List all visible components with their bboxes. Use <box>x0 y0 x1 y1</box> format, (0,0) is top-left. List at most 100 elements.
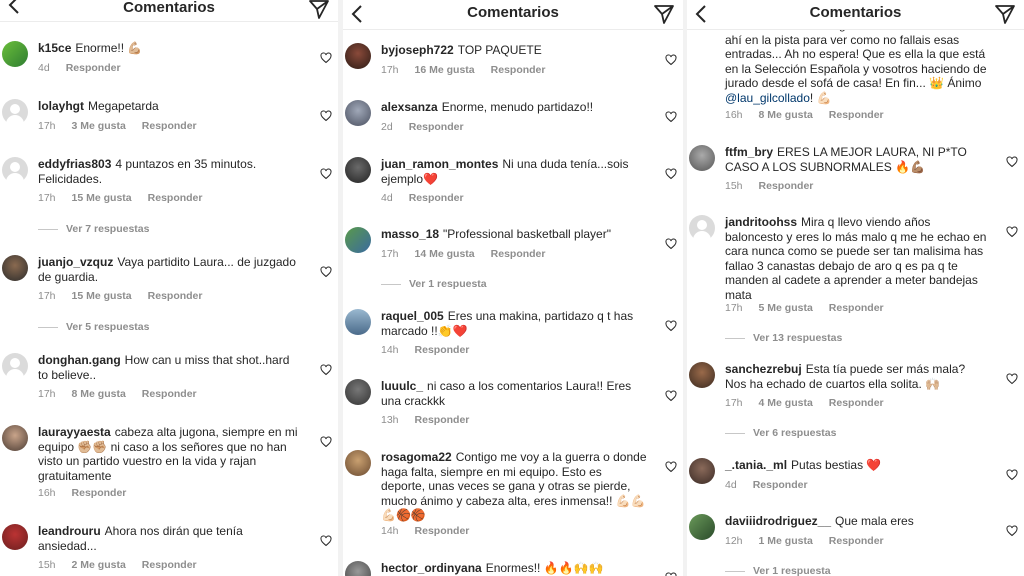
avatar[interactable] <box>2 99 28 125</box>
avatar[interactable] <box>345 43 371 69</box>
view-replies-button[interactable]: Ver 13 respuestas <box>725 332 842 344</box>
heart-outline-icon[interactable] <box>1006 525 1018 537</box>
heart-outline-icon[interactable] <box>665 572 677 576</box>
reply-button[interactable]: Responder <box>142 388 197 400</box>
username[interactable]: daviiidrodriguez__ <box>725 514 831 528</box>
avatar[interactable] <box>2 41 28 67</box>
username[interactable]: leandrouru <box>38 524 101 538</box>
avatar[interactable] <box>345 100 371 126</box>
reply-button[interactable]: Responder <box>829 302 884 314</box>
heart-outline-icon[interactable] <box>665 111 677 123</box>
username[interactable]: rosagoma22 <box>381 450 452 464</box>
reply-button[interactable]: Responder <box>409 121 464 133</box>
reply-button[interactable]: Responder <box>491 64 546 76</box>
avatar[interactable] <box>689 514 715 540</box>
avatar[interactable] <box>345 227 371 253</box>
heart-outline-icon[interactable] <box>320 110 332 122</box>
username[interactable]: sanchezrebuj <box>725 362 802 376</box>
mention-link[interactable]: @lau_gilcollado <box>725 91 810 105</box>
heart-outline-icon[interactable] <box>665 320 677 332</box>
username[interactable]: luuulc_ <box>381 379 423 393</box>
avatar[interactable] <box>2 255 28 281</box>
username[interactable]: alexsanza <box>381 100 438 114</box>
username[interactable]: masso_18 <box>381 227 439 241</box>
reply-button[interactable]: Responder <box>415 344 470 356</box>
view-replies-button[interactable]: Ver 1 respuesta <box>725 565 831 576</box>
username[interactable]: laurayyaesta <box>38 425 111 439</box>
heart-outline-icon[interactable] <box>1006 469 1018 481</box>
heart-outline-icon[interactable] <box>320 168 332 180</box>
avatar[interactable] <box>2 425 28 451</box>
heart-outline-icon[interactable] <box>320 535 332 547</box>
username[interactable]: jandritoohss <box>725 215 797 229</box>
likes-count[interactable]: 1 Me gusta <box>759 535 813 547</box>
likes-count[interactable]: 5 Me gusta <box>759 302 813 314</box>
heart-outline-icon[interactable] <box>1006 373 1018 385</box>
reply-button[interactable]: Responder <box>142 120 197 132</box>
view-replies-button[interactable]: Ver 1 respuesta <box>381 278 487 290</box>
likes-count[interactable]: 8 Me gusta <box>72 388 126 400</box>
heart-outline-icon[interactable] <box>665 461 677 473</box>
avatar[interactable] <box>689 145 715 171</box>
avatar[interactable] <box>345 561 371 576</box>
avatar[interactable] <box>345 309 371 335</box>
heart-outline-icon[interactable] <box>320 364 332 376</box>
reply-button[interactable]: Responder <box>829 397 884 409</box>
view-replies-button[interactable]: Ver 6 respuestas <box>725 427 836 439</box>
likes-count[interactable]: 4 Me gusta <box>759 397 813 409</box>
reply-button[interactable]: Responder <box>829 109 884 121</box>
avatar[interactable] <box>345 157 371 183</box>
reply-button[interactable]: Responder <box>66 62 121 74</box>
avatar[interactable] <box>345 450 371 476</box>
view-replies-button[interactable]: Ver 5 respuestas <box>38 321 149 333</box>
heart-outline-icon[interactable] <box>665 390 677 402</box>
username[interactable]: ftfm_bry <box>725 145 773 159</box>
paper-plane-icon[interactable] <box>994 3 1016 25</box>
username[interactable]: juanjo_vzquz <box>38 255 113 269</box>
username[interactable]: lolayhgt <box>38 99 84 113</box>
heart-outline-icon[interactable] <box>665 54 677 66</box>
reply-button[interactable]: Responder <box>148 192 203 204</box>
likes-count[interactable]: 8 Me gusta <box>759 109 813 121</box>
avatar[interactable] <box>689 215 715 241</box>
reply-button[interactable]: Responder <box>759 180 814 192</box>
reply-button[interactable]: Responder <box>148 290 203 302</box>
paper-plane-icon[interactable] <box>653 3 675 25</box>
reply-button[interactable]: Responder <box>142 559 197 571</box>
heart-outline-icon[interactable] <box>320 52 332 64</box>
view-replies-button[interactable]: Ver 7 respuestas <box>38 223 149 235</box>
reply-button[interactable]: Responder <box>409 192 464 204</box>
reply-button[interactable]: Responder <box>415 525 470 537</box>
heart-outline-icon[interactable] <box>320 266 332 278</box>
username[interactable]: eddyfrias803 <box>38 157 111 171</box>
heart-outline-icon[interactable] <box>1006 156 1018 168</box>
avatar[interactable] <box>2 524 28 550</box>
likes-count[interactable]: 15 Me gusta <box>72 192 132 204</box>
reply-button[interactable]: Responder <box>753 479 808 491</box>
heart-outline-icon[interactable] <box>320 436 332 448</box>
username[interactable]: hector_ordinyana <box>381 561 482 575</box>
username[interactable]: raquel_005 <box>381 309 444 323</box>
username[interactable]: byjoseph722 <box>381 43 454 57</box>
reply-button[interactable]: Responder <box>491 248 546 260</box>
reply-button[interactable]: Responder <box>415 414 470 426</box>
reply-button[interactable]: Responder <box>72 487 127 499</box>
username[interactable]: k15ce <box>38 41 71 55</box>
avatar[interactable] <box>689 362 715 388</box>
username[interactable]: juan_ramon_montes <box>381 157 498 171</box>
paper-plane-icon[interactable] <box>308 0 330 20</box>
avatar[interactable] <box>345 379 371 405</box>
heart-outline-icon[interactable] <box>665 168 677 180</box>
reply-button[interactable]: Responder <box>829 535 884 547</box>
likes-count[interactable]: 15 Me gusta <box>72 290 132 302</box>
username[interactable]: donghan.gang <box>38 353 121 367</box>
username[interactable]: _.tania._ml <box>725 458 787 472</box>
heart-outline-icon[interactable] <box>1006 226 1018 238</box>
likes-count[interactable]: 3 Me gusta <box>72 120 126 132</box>
avatar[interactable] <box>689 458 715 484</box>
likes-count[interactable]: 16 Me gusta <box>415 64 475 76</box>
avatar[interactable] <box>2 157 28 183</box>
likes-count[interactable]: 14 Me gusta <box>415 248 475 260</box>
heart-outline-icon[interactable] <box>665 238 677 250</box>
avatar[interactable] <box>2 353 28 379</box>
